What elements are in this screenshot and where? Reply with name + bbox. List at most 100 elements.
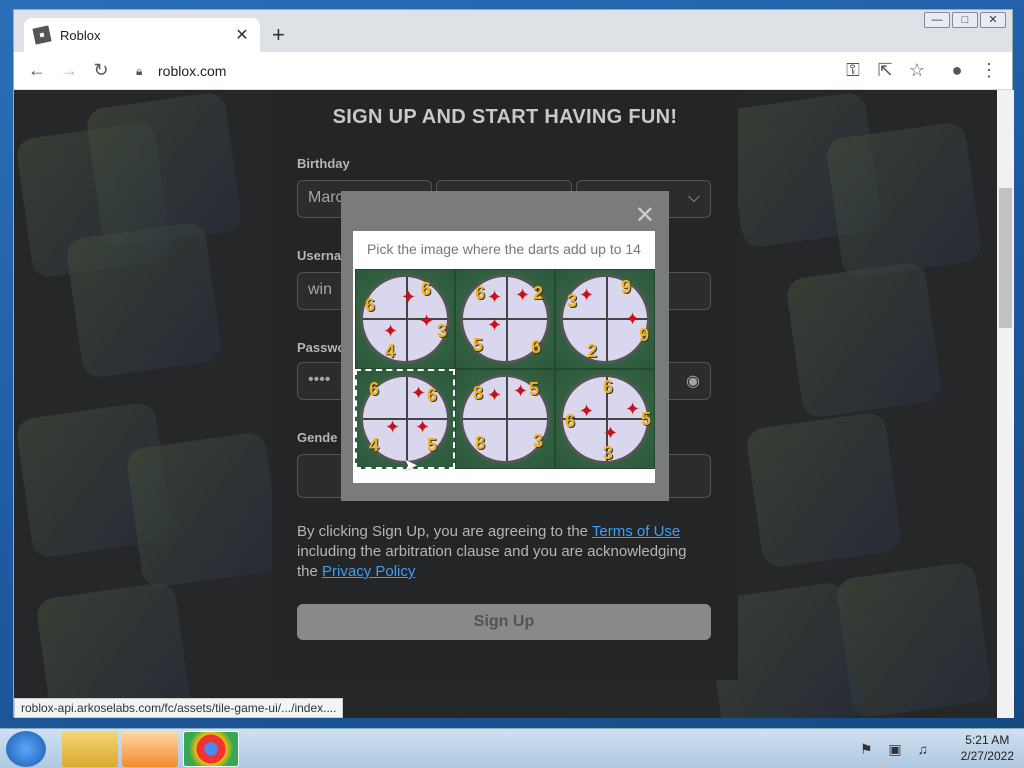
dart-icon: ✦ xyxy=(487,287,503,307)
key-icon[interactable]: ⚿ xyxy=(842,60,864,81)
dart-icon: ✦ xyxy=(603,423,619,443)
clock-date: 2/27/2022 xyxy=(960,749,1014,763)
dart-icon: ✦ xyxy=(579,401,595,421)
dart-number: 9 xyxy=(639,325,650,345)
close-tab-icon[interactable]: ✕ xyxy=(234,25,250,45)
dart-number: 6 xyxy=(531,337,542,357)
new-tab-button[interactable]: + xyxy=(272,24,285,46)
dart-number: 9 xyxy=(621,277,632,297)
maximize-button[interactable]: □ xyxy=(952,12,978,28)
dart-icon: ✦ xyxy=(515,285,531,305)
privacy-link[interactable]: Privacy Policy xyxy=(322,563,415,580)
lock-icon: 🔒︎ xyxy=(136,63,143,78)
dart-icon: ✦ xyxy=(419,311,435,331)
close-window-button[interactable]: ✕ xyxy=(980,12,1006,28)
dart-icon: ✦ xyxy=(385,417,401,437)
captcha-prompt: Pick the image where the darts add up to… xyxy=(367,241,641,257)
taskbar: ⚑ ▣ ♫ 5:21 AM 2/27/2022 xyxy=(0,728,1024,768)
dart-icon: ✦ xyxy=(411,383,427,403)
dart-number: 3 xyxy=(533,431,544,451)
menu-icon[interactable]: ⋮ xyxy=(978,60,1000,81)
dart-number: 6 xyxy=(421,279,432,299)
gender-label: Gende xyxy=(297,430,338,445)
dartboard: 6 6 3 4 ✦ ✦ ✦ xyxy=(360,274,450,364)
dart-number: 3 xyxy=(603,443,614,463)
signup-button[interactable]: Sign Up xyxy=(297,604,711,640)
mouse-cursor-icon: ➤ xyxy=(403,455,419,475)
captcha-tile[interactable]: 6 6 3 4 ✦ ✦ ✦ xyxy=(355,269,455,369)
dartboard: 6 6 4 5 ✦ ✦ ✦ xyxy=(360,374,450,464)
dart-number: 6 xyxy=(475,283,486,303)
minimize-button[interactable]: — xyxy=(924,12,950,28)
terms-link[interactable]: Terms of Use xyxy=(592,523,680,540)
status-bar: roblox-api.arkoselabs.com/fc/assets/tile… xyxy=(14,698,344,718)
dart-number: 5 xyxy=(529,379,540,399)
dart-number: 2 xyxy=(587,341,598,361)
tab-title: Roblox xyxy=(60,27,101,43)
dart-icon: ✦ xyxy=(401,287,417,307)
star-icon[interactable]: ☆ xyxy=(906,60,928,81)
system-tray: ⚑ ▣ ♫ xyxy=(859,741,934,757)
dart-number: 6 xyxy=(427,385,438,405)
dart-number: 5 xyxy=(427,435,438,455)
birthday-label: Birthday xyxy=(297,156,350,171)
profile-icon[interactable]: ● xyxy=(946,60,968,81)
window-controls: — □ ✕ xyxy=(922,12,1006,28)
dart-number: 3 xyxy=(567,291,578,311)
close-icon[interactable]: ✕ xyxy=(635,201,655,230)
dartboard: 8 5 8 3 ✦ ✦ xyxy=(460,374,550,464)
captcha-tile[interactable]: 6 2 5 6 ✦ ✦ ✦ xyxy=(455,269,555,369)
back-icon[interactable]: ← xyxy=(26,60,48,81)
clock-time: 5:21 AM xyxy=(965,733,1010,747)
terms-text: By clicking Sign Up, you are agreeing to… xyxy=(297,522,697,582)
browser-window: Roblox ✕ + — □ ✕ ← → ↻ 🔒︎ roblox.com ⚿ ⇱… xyxy=(13,9,1014,718)
dart-icon: ✦ xyxy=(415,417,431,437)
captcha-tile-selected[interactable]: 6 6 4 5 ✦ ✦ ✦ xyxy=(355,369,455,469)
tab-roblox[interactable]: Roblox ✕ xyxy=(24,18,260,52)
clock[interactable]: 5:21 AM 2/27/2022 xyxy=(961,732,1014,764)
tab-strip: Roblox ✕ + — □ ✕ xyxy=(14,10,1012,52)
username-label: Userna xyxy=(297,248,342,263)
scrollbar-thumb[interactable] xyxy=(999,188,1012,328)
captcha-tile[interactable]: 6 6 5 3 ✦ ✦ ✦ xyxy=(555,369,655,469)
share-icon[interactable]: ⇱ xyxy=(874,60,896,81)
dart-number: 5 xyxy=(641,409,652,429)
captcha-tile[interactable]: 8 5 8 3 ✦ ✦ xyxy=(455,369,555,469)
dart-number: 6 xyxy=(565,411,576,431)
chevron-down-icon: ⌵ xyxy=(687,189,700,206)
dartboard: 6 2 5 6 ✦ ✦ ✦ xyxy=(460,274,550,364)
url-text: roblox.com xyxy=(158,63,227,79)
eye-icon[interactable]: ◉ xyxy=(686,371,700,391)
dart-number: 4 xyxy=(369,435,380,455)
dart-icon: ✦ xyxy=(625,309,641,329)
dart-number: 6 xyxy=(603,377,614,397)
explorer-icon[interactable] xyxy=(62,731,118,767)
media-player-icon[interactable] xyxy=(122,731,178,767)
terms-before: By clicking Sign Up, you are agreeing to… xyxy=(297,523,592,540)
dart-number: 5 xyxy=(473,335,484,355)
dart-icon: ✦ xyxy=(513,381,529,401)
start-button[interactable] xyxy=(6,731,46,767)
password-value: •••• xyxy=(308,371,331,388)
captcha-tile[interactable]: 3 9 9 2 ✦ ✦ xyxy=(555,269,655,369)
dart-number: 6 xyxy=(365,295,376,315)
chrome-icon[interactable] xyxy=(183,731,239,767)
reload-icon[interactable]: ↻ xyxy=(90,60,112,81)
dart-icon: ✦ xyxy=(487,315,503,335)
dart-number: 8 xyxy=(473,383,484,403)
dart-number: 3 xyxy=(437,321,448,341)
toolbar: ← → ↻ 🔒︎ roblox.com ⚿ ⇱ ☆ ● ⋮ xyxy=(14,52,1012,90)
dart-icon: ✦ xyxy=(625,399,641,419)
dartboard: 3 9 9 2 ✦ ✦ xyxy=(560,274,650,364)
page-content: SIGN UP AND START HAVING FUN! Birthday M… xyxy=(14,90,997,718)
scrollbar[interactable] xyxy=(997,90,1014,718)
forward-icon[interactable]: → xyxy=(58,60,80,81)
dart-number: 6 xyxy=(369,379,380,399)
dart-number: 2 xyxy=(533,283,544,303)
dart-number: 8 xyxy=(475,433,486,453)
password-label: Passwo xyxy=(297,340,346,355)
dart-icon: ✦ xyxy=(579,285,595,305)
captcha-box: Pick the image where the darts add up to… xyxy=(353,231,655,483)
page-title: SIGN UP AND START HAVING FUN! xyxy=(332,106,678,128)
captcha-grid: 6 6 3 4 ✦ ✦ ✦ 6 2 5 6 ✦ ✦ ✦ 3 9 9 2 ✦ ✦ … xyxy=(355,269,655,469)
